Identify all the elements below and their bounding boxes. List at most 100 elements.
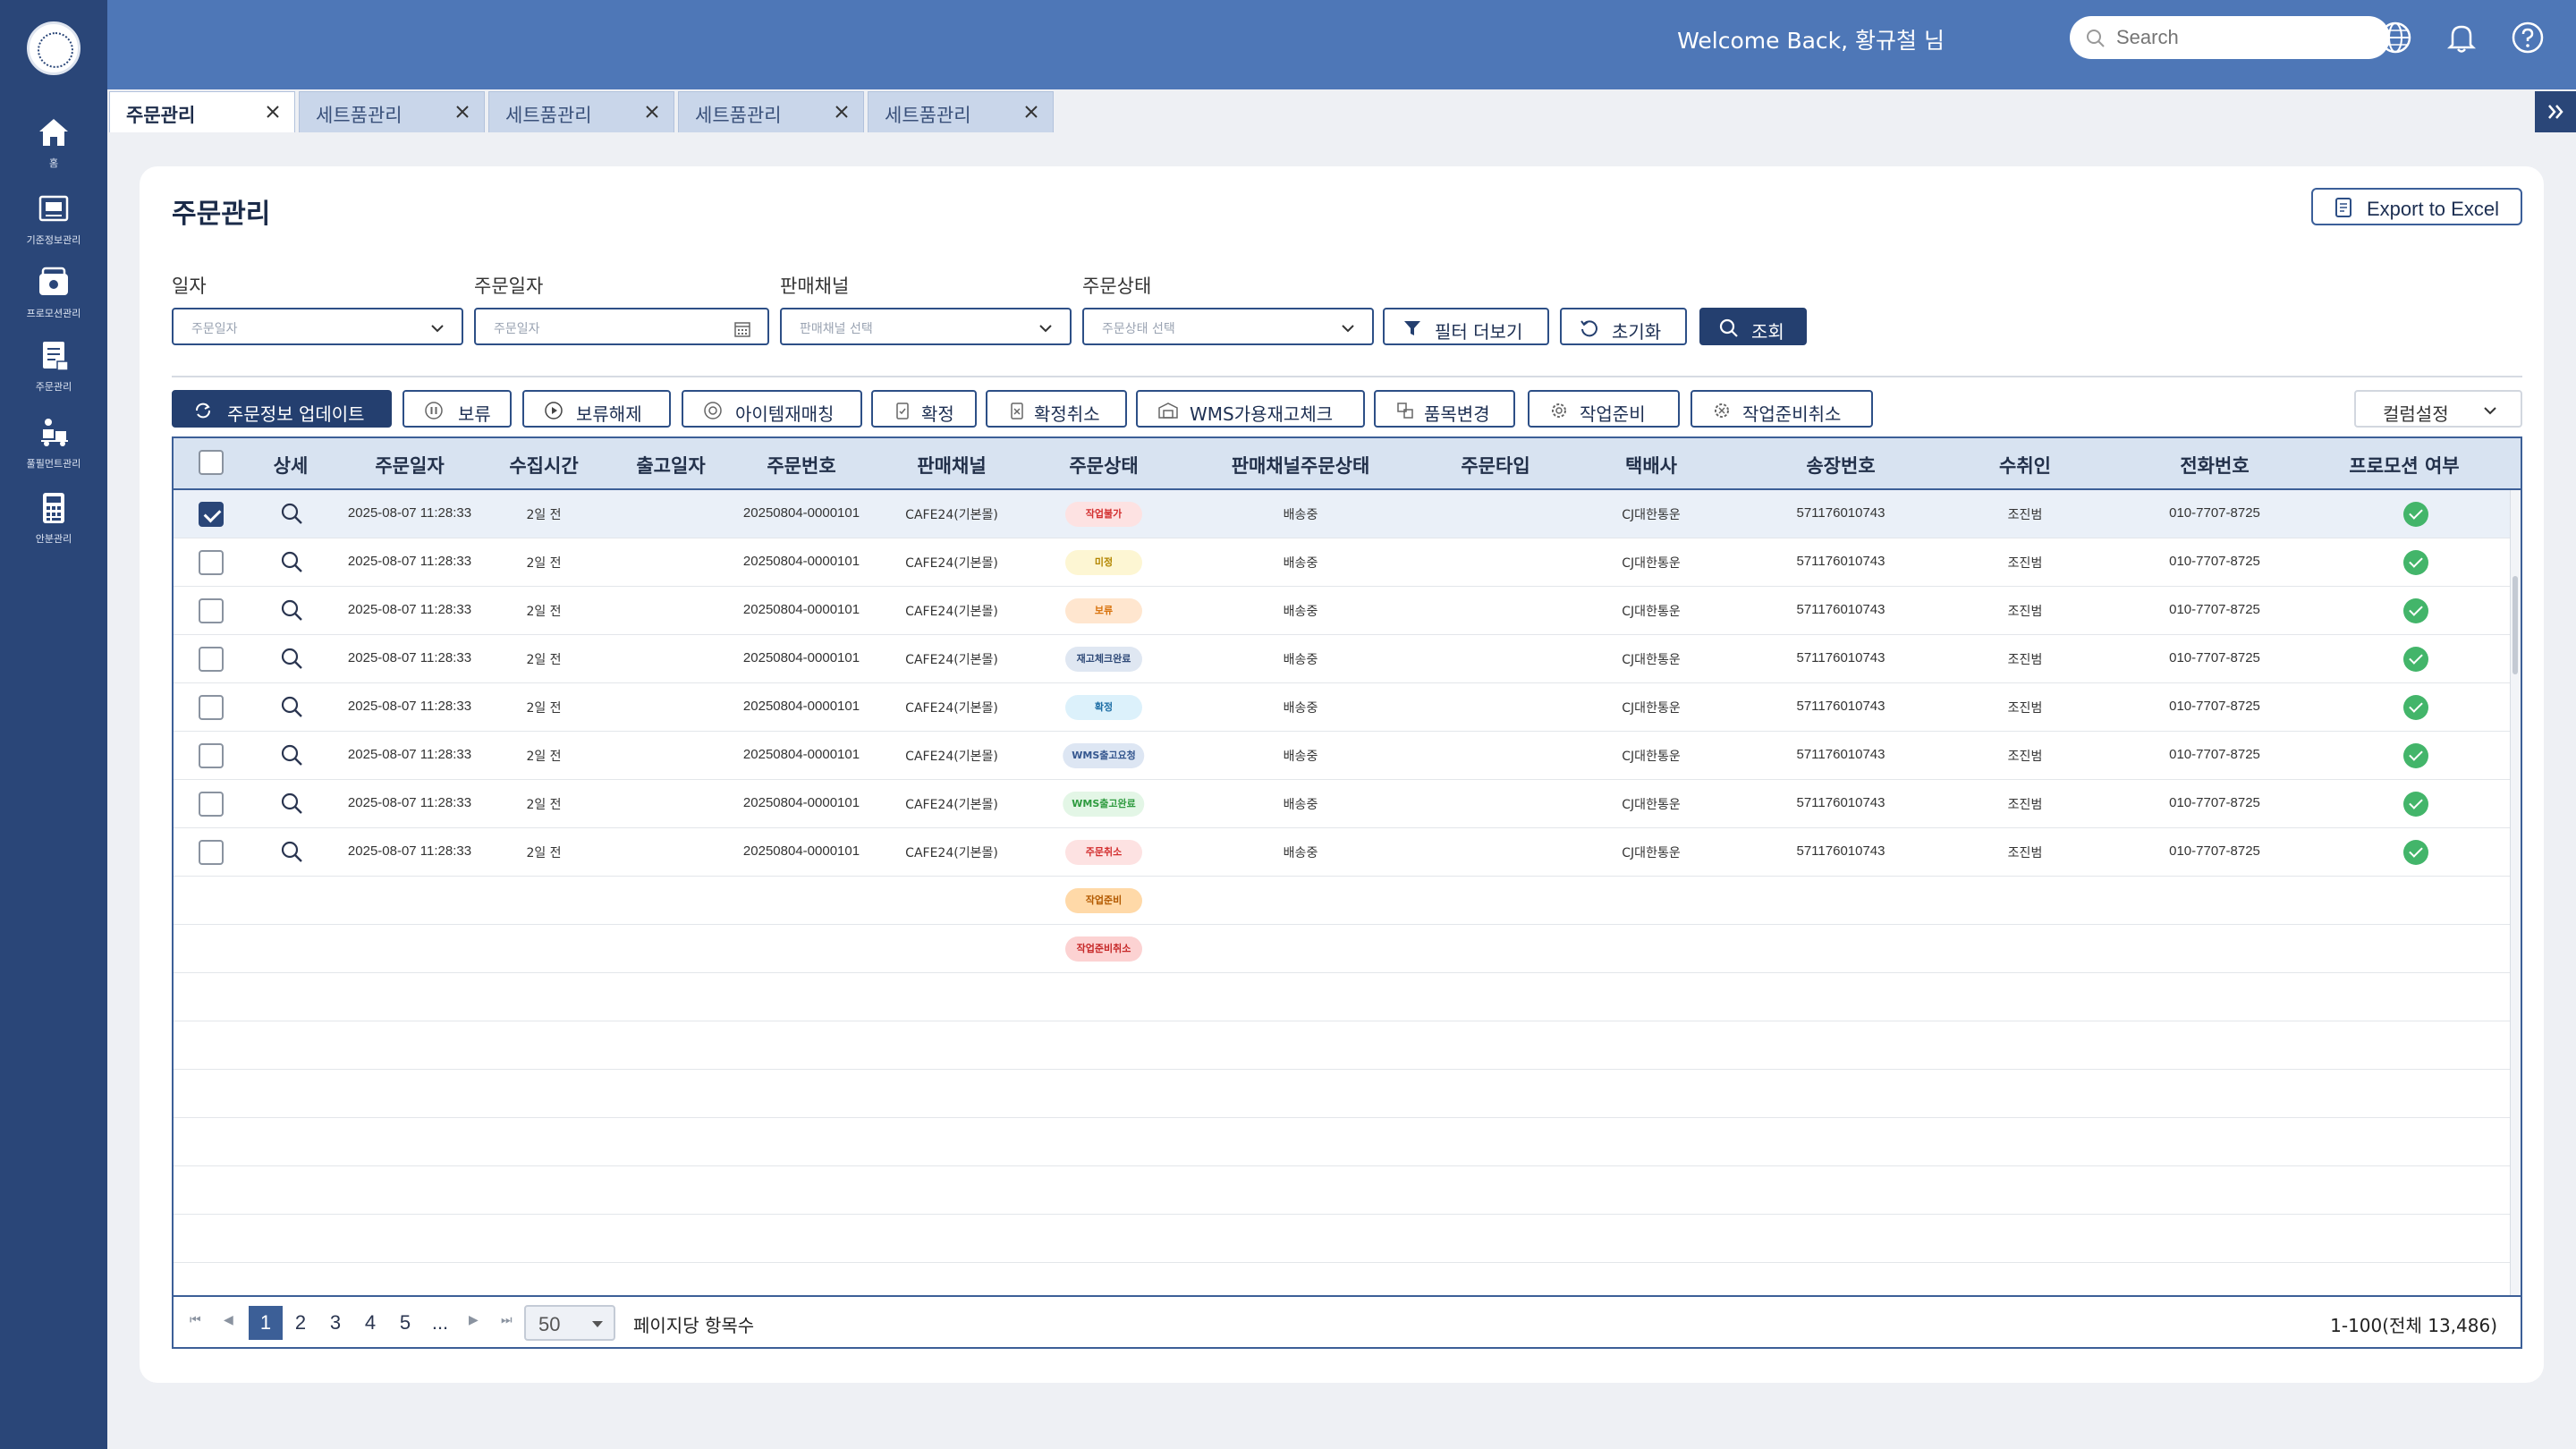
detail-search-icon[interactable] bbox=[280, 502, 303, 525]
prev-page-icon[interactable]: ◀ bbox=[224, 1313, 233, 1327]
detail-search-icon[interactable] bbox=[280, 647, 303, 670]
column-header[interactable]: 수집시간 bbox=[509, 452, 578, 479]
row-checkbox[interactable] bbox=[199, 840, 224, 865]
table-row[interactable]: 2025-08-07 11:28:33 2일 전 20250804-0000101 C… bbox=[174, 635, 2510, 683]
scrollbar-thumb[interactable] bbox=[2512, 576, 2518, 674]
close-icon[interactable] bbox=[453, 103, 471, 121]
prepare-work-button[interactable]: 작업준비 bbox=[1528, 390, 1680, 428]
page-size-select[interactable]: 50 bbox=[524, 1305, 615, 1341]
close-icon[interactable] bbox=[833, 103, 851, 121]
select-all-checkbox[interactable] bbox=[199, 450, 224, 475]
update-order-button[interactable]: 주문정보 업데이트 bbox=[172, 390, 392, 428]
table-row[interactable]: 2025-08-07 11:28:33 2일 전 20250804-0000101 C… bbox=[174, 732, 2510, 780]
detail-search-icon[interactable] bbox=[280, 598, 303, 622]
expand-panel-button[interactable] bbox=[2535, 91, 2576, 132]
page-number[interactable]: 3 bbox=[318, 1306, 352, 1340]
user-icon[interactable] bbox=[2313, 20, 2349, 55]
close-icon[interactable] bbox=[643, 103, 661, 121]
tab-set-product-3[interactable]: 세트품관리 bbox=[678, 91, 864, 132]
status-placeholder: 주문상태 선택 bbox=[1102, 322, 1175, 336]
unconfirm-button[interactable]: 확정취소 bbox=[986, 390, 1127, 428]
column-header[interactable]: 상세 bbox=[274, 452, 309, 479]
date-type-select[interactable]: 주문일자 bbox=[172, 308, 463, 345]
sidebar-item-promotion[interactable]: 프로모션관리 bbox=[0, 265, 107, 335]
tab-set-product-4[interactable]: 세트품관리 bbox=[868, 91, 1054, 132]
confirm-button[interactable]: 확정 bbox=[871, 390, 977, 428]
page-number[interactable]: ... bbox=[423, 1306, 457, 1340]
detail-search-icon[interactable] bbox=[280, 840, 303, 863]
cancel-prepare-button[interactable]: 작업준비취소 bbox=[1690, 390, 1873, 428]
sidebar-item-calculation[interactable]: 안분관리 bbox=[0, 490, 107, 560]
close-icon[interactable] bbox=[1022, 103, 1040, 121]
reset-button[interactable]: 초기화 bbox=[1560, 308, 1687, 345]
column-settings-select[interactable]: 컬럼설정 bbox=[2354, 390, 2522, 428]
order-date-field[interactable]: 주문일자 bbox=[474, 308, 769, 345]
sidebar-item-home[interactable]: 홈 bbox=[0, 114, 107, 184]
cell-order-no: 20250804-0000101 bbox=[742, 650, 860, 665]
column-header[interactable]: 판매채널주문상태 bbox=[1232, 452, 1370, 479]
vertical-scrollbar[interactable] bbox=[2510, 490, 2521, 1295]
table-row[interactable]: 2025-08-07 11:28:33 2일 전 20250804-0000101 C… bbox=[174, 538, 2510, 587]
status-select[interactable]: 주문상태 선택 bbox=[1082, 308, 1374, 345]
page-number[interactable]: 4 bbox=[353, 1306, 387, 1340]
cell-date: 2025-08-07 11:28:33 bbox=[347, 650, 472, 665]
calendar-icon[interactable] bbox=[733, 320, 751, 338]
table-row[interactable]: 2025-08-07 11:28:33 2일 전 20250804-0000101 C… bbox=[174, 683, 2510, 732]
table-row[interactable]: 2025-08-07 11:28:33 2일 전 20250804-0000101 C… bbox=[174, 490, 2510, 538]
cell-channel-status: 배송중 bbox=[1283, 508, 1318, 522]
page-number[interactable]: 5 bbox=[388, 1306, 422, 1340]
hold-button[interactable]: 보류 bbox=[402, 390, 512, 428]
row-checkbox[interactable] bbox=[199, 502, 224, 527]
page-number[interactable]: 1 bbox=[249, 1306, 283, 1340]
table-row[interactable]: 2025-08-07 11:28:33 2일 전 20250804-0000101 C… bbox=[174, 780, 2510, 828]
bell-icon[interactable] bbox=[2444, 20, 2479, 55]
column-header[interactable]: 전화번호 bbox=[2180, 452, 2249, 479]
export-excel-button[interactable]: Export to Excel bbox=[2311, 188, 2522, 225]
close-icon[interactable] bbox=[264, 103, 282, 121]
tab-order-management[interactable]: 주문관리 bbox=[109, 91, 295, 132]
wms-stock-check-button[interactable]: WMS가용재고체크 bbox=[1136, 390, 1365, 428]
more-filters-button[interactable]: 필터 더보기 bbox=[1383, 308, 1549, 345]
rematch-item-button[interactable]: 아이템재매칭 bbox=[682, 390, 862, 428]
channel-select[interactable]: 판매채널 선택 bbox=[780, 308, 1072, 345]
tab-set-product-1[interactable]: 세트품관리 bbox=[299, 91, 485, 132]
next-page-icon[interactable]: ▶ bbox=[469, 1313, 479, 1327]
logo[interactable] bbox=[27, 21, 80, 75]
tab-set-product-2[interactable]: 세트품관리 bbox=[488, 91, 674, 132]
column-header[interactable]: 택배사 bbox=[1625, 452, 1677, 479]
table-row bbox=[174, 1166, 2510, 1215]
search-button[interactable]: 조회 bbox=[1699, 308, 1807, 345]
column-header[interactable]: 주문타입 bbox=[1461, 452, 1530, 479]
column-header[interactable]: 수취인 bbox=[1999, 452, 2051, 479]
row-checkbox[interactable] bbox=[199, 598, 224, 623]
row-checkbox[interactable] bbox=[199, 792, 224, 817]
column-header[interactable]: 출고일자 bbox=[636, 452, 705, 479]
row-checkbox[interactable] bbox=[199, 695, 224, 720]
column-header[interactable]: 주문상태 bbox=[1069, 452, 1138, 479]
column-header[interactable]: 프로모션 여부 bbox=[2349, 452, 2459, 479]
last-page-icon[interactable]: ⏭ bbox=[501, 1313, 513, 1327]
detail-search-icon[interactable] bbox=[280, 792, 303, 815]
page-number[interactable]: 2 bbox=[284, 1306, 318, 1340]
table-row[interactable]: 2025-08-07 11:28:33 2일 전 20250804-0000101 C… bbox=[174, 828, 2510, 877]
column-header[interactable]: 주문번호 bbox=[767, 452, 835, 479]
detail-search-icon[interactable] bbox=[280, 550, 303, 573]
sidebar-item-fulfillment[interactable]: 풀필먼트관리 bbox=[0, 415, 107, 485]
sidebar-item-order[interactable]: 주문관리 bbox=[0, 338, 107, 408]
sidebar-item-master-data[interactable]: 기준정보관리 bbox=[0, 191, 107, 261]
globe-icon[interactable] bbox=[2377, 20, 2413, 55]
help-icon[interactable] bbox=[2510, 20, 2546, 55]
column-header[interactable]: 송장번호 bbox=[1806, 452, 1875, 479]
row-checkbox[interactable] bbox=[199, 743, 224, 768]
cell-collected: 2일 전 bbox=[526, 846, 562, 860]
detail-search-icon[interactable] bbox=[280, 743, 303, 767]
unhold-button[interactable]: 보류해제 bbox=[522, 390, 671, 428]
table-row[interactable]: 2025-08-07 11:28:33 2일 전 20250804-0000101 C… bbox=[174, 587, 2510, 635]
item-change-button[interactable]: 품목변경 bbox=[1374, 390, 1515, 428]
detail-search-icon[interactable] bbox=[280, 695, 303, 718]
column-header[interactable]: 판매채널 bbox=[917, 452, 986, 479]
row-checkbox[interactable] bbox=[199, 647, 224, 672]
row-checkbox[interactable] bbox=[199, 550, 224, 575]
first-page-icon[interactable]: ⏮ bbox=[190, 1313, 201, 1327]
column-header[interactable]: 주문일자 bbox=[375, 452, 444, 479]
